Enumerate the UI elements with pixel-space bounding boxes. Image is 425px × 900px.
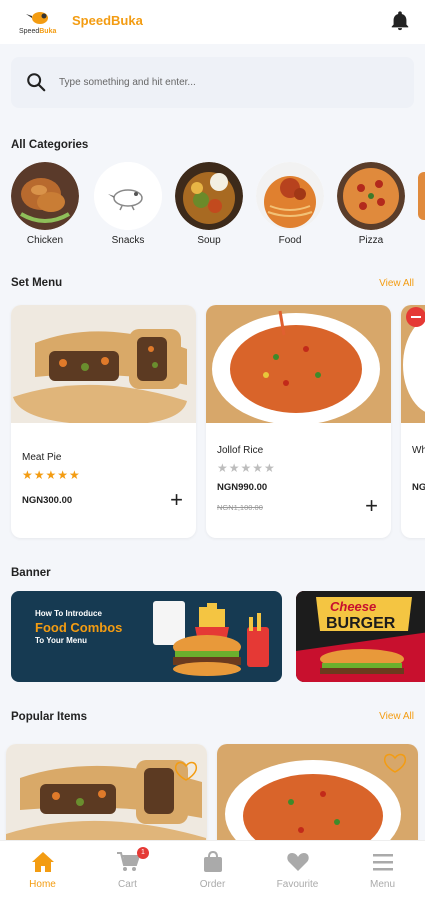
menu-item-price: NG [412,482,425,493]
menu-item-price: NGN300.00 [22,495,73,506]
bag-icon [203,851,222,872]
menu-item-name: Jollof Rice [217,445,264,456]
cart-badge: 1 [137,847,149,859]
partial-item-image [401,305,425,423]
popular-items-title: Popular Items [11,711,88,723]
category-soup[interactable]: Soup [174,162,244,246]
snacks-image [94,162,162,230]
nav-menu[interactable]: Menu [340,851,425,890]
banner-cheese-text: Cheese [330,599,377,614]
heart-icon [286,853,309,871]
rating-stars: ★★★★★ [22,468,81,482]
category-snacks[interactable]: Snacks [93,162,163,246]
bottom-navigation: Home 1 Cart Order Favourite Menu [0,840,425,900]
add-to-cart-button[interactable]: + [170,489,183,511]
nav-label-menu: Menu [369,879,395,890]
set-menu-title: Set Menu [11,277,63,289]
pizza-image [337,162,405,230]
nav-label-order: Order [199,879,226,890]
menu-card-meat-pie[interactable]: Meat Pie ★★★★★ NGN300.00 + [11,305,196,538]
speedbuka-logo: SpeedBuka [19,12,56,35]
notification-bell-icon[interactable] [389,10,411,32]
popular-meat-pie-image [6,744,207,854]
rating-stars: ★★★★★ [217,461,276,475]
menu-item-name: Meat Pie [22,452,62,463]
banner-line3: To Your Menu [35,636,87,645]
app-header: SpeedBuka SpeedBuka [0,0,425,44]
categories-title: All Categories [11,139,89,151]
search-input[interactable] [59,71,399,93]
banner-line2: Food Combos [35,620,123,635]
popular-card-meat-pie[interactable] [6,744,207,854]
nav-cart[interactable]: 1 Cart [85,847,170,890]
banner-line1: How To Introduce [35,609,102,618]
add-to-cart-button[interactable]: + [365,495,378,517]
app-brand-name: SpeedBuka [72,13,143,28]
nav-label-home: Home [29,879,56,890]
popular-card-jollof-rice[interactable] [217,744,418,854]
banner-title: Banner [11,567,51,579]
set-menu-view-all-link[interactable]: View All [379,278,414,289]
banner-cheese-burger[interactable]: Cheese BURGER [296,591,425,682]
nav-label-favourite: Favourite [276,879,319,890]
popular-jollof-rice-image [217,744,418,854]
popular-items-view-all-link[interactable]: View All [379,711,414,722]
banner-food-combos[interactable]: How To Introduce Food Combos To Your Men… [11,591,282,682]
category-label: Snacks [111,235,145,246]
nav-label-cart: Cart [118,879,137,890]
nav-order[interactable]: Order [170,851,255,890]
home-icon [31,852,54,872]
jollof-rice-image [206,305,391,423]
burger-combo-illustration [153,601,269,676]
category-pizza[interactable]: Pizza [336,162,406,246]
menu-card-jollof-rice[interactable]: Jollof Rice ★★★★★ NGN990.00 NGN1,100.00 … [206,305,391,538]
category-label: Food [278,235,302,246]
category-partial-item[interactable] [418,172,425,220]
category-label: Pizza [358,235,384,246]
category-chicken[interactable]: Chicken [10,162,80,246]
svg-text:SpeedBuka: SpeedBuka [19,28,56,35]
menu-card-partial[interactable]: Wh NG [401,305,425,538]
screen: SpeedBuka SpeedBuka All Categories Chick… [0,0,425,900]
banner-burger-text: BURGER [326,615,396,632]
meat-pie-image [11,305,196,423]
menu-item-price: NGN990.00 [217,482,268,493]
search-bar[interactable] [11,57,414,108]
menu-icon [372,854,393,871]
chicken-image [11,162,79,230]
menu-item-name: Wh [412,445,425,456]
search-icon[interactable] [25,71,47,93]
cart-icon [116,852,140,871]
category-food[interactable]: Food [255,162,325,246]
food-image [256,162,324,230]
category-label: Soup [197,235,221,246]
nav-home[interactable]: Home [0,851,85,890]
soup-image [175,162,243,230]
menu-item-old-price: NGN1,100.00 [217,503,263,512]
nav-favourite[interactable]: Favourite [255,851,340,890]
category-label: Chicken [26,235,64,246]
